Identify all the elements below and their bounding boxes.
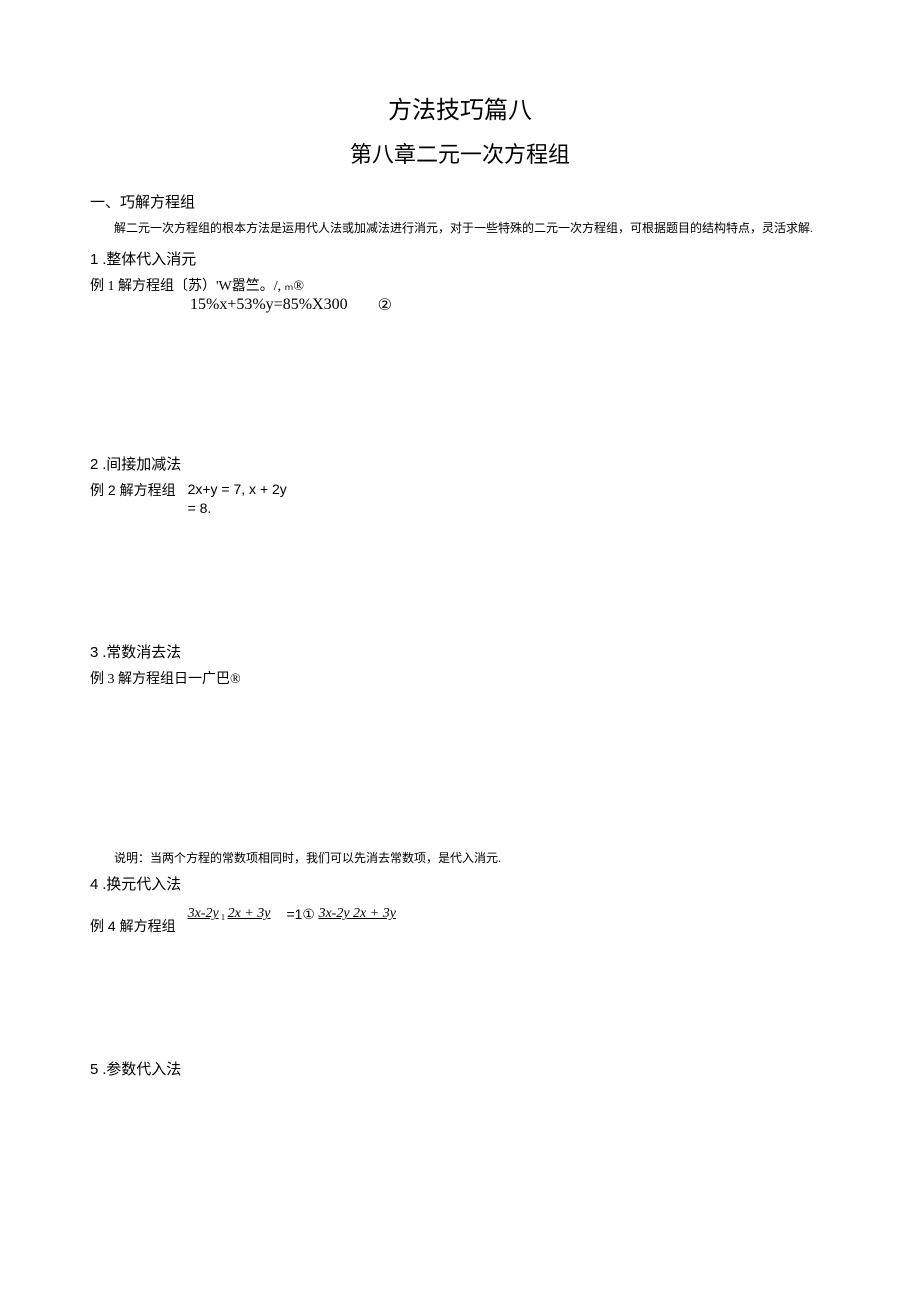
num-4: 4 bbox=[90, 876, 98, 893]
example-3-label: 例 3 解方程组日一广巴® bbox=[90, 668, 830, 688]
section-intro: 解二元一次方程组的根本方法是运用代人法或加减法进行消元，对于一些特殊的二元一次方… bbox=[90, 218, 830, 240]
spacer bbox=[90, 315, 830, 445]
label-4: .换元代入法 bbox=[103, 877, 182, 893]
label-5: .参数代入法 bbox=[103, 1062, 182, 1078]
example-4-label: 例 4 解方程组 bbox=[90, 900, 188, 936]
method-4-heading: 4 .换元代入法 bbox=[90, 873, 830, 894]
item3-note: 说明：当两个方程的常数项相同时，我们可以先消去常数项，是代入消元. bbox=[90, 848, 830, 870]
frac-2: 3x-2y 2x + 3y bbox=[318, 906, 395, 922]
spacer bbox=[90, 688, 830, 848]
label-1: .整体代入消元 bbox=[103, 252, 197, 268]
main-title: 方法技巧篇八 bbox=[90, 90, 830, 125]
chapter-title: 第八章二元一次方程组 bbox=[90, 137, 830, 169]
example-1-row: 例 1 解方程组〔苏）'W嚣竺。/, ₘ® 15%x+53%y=85%X300 … bbox=[90, 275, 830, 315]
example-1-label: 例 1 解方程组〔苏）'W嚣竺。/, ₘ® bbox=[90, 275, 830, 295]
num-3: 3 bbox=[90, 644, 98, 661]
num-5: 5 bbox=[90, 1061, 98, 1078]
method-1-heading: 1 .整体代入消元 bbox=[90, 248, 830, 269]
example-4-row: 例 4 解方程组 3x-2y ₁ 2x + 3y =1① 3x-2y 2x + … bbox=[90, 900, 830, 936]
method-3-heading: 3 .常数消去法 bbox=[90, 641, 830, 662]
num-1: 1 bbox=[90, 251, 98, 268]
document-page: 方法技巧篇八 第八章二元一次方程组 一、巧解方程组 解二元一次方程组的根本方法是… bbox=[0, 0, 920, 1125]
frac-1b: 2x + 3y bbox=[228, 906, 271, 922]
equation-2-block: 2x+y = 7, x + 2y = 8. bbox=[188, 480, 298, 519]
example-2-row: 例 2 解方程组 2x+y = 7, x + 2y = 8. bbox=[90, 480, 830, 519]
spacer bbox=[90, 523, 830, 633]
frac-sep: ₁ bbox=[219, 906, 228, 922]
num-2: 2 bbox=[90, 456, 98, 473]
spacer bbox=[90, 940, 830, 1050]
label-2: .间接加减法 bbox=[103, 457, 182, 473]
equation-1-line2: 15%x+53%y=85%X300 ② bbox=[90, 295, 830, 315]
eq-4-frac-row2: 3x-2y 2x + 3y bbox=[318, 906, 395, 922]
frac-1a: 3x-2y bbox=[188, 906, 219, 922]
label-3: .常数消去法 bbox=[103, 645, 182, 661]
eq-4-frac-row: 3x-2y ₁ 2x + 3y =1① bbox=[188, 906, 315, 923]
eq-1-2: 15%x+53%y=85%X300 bbox=[190, 296, 348, 314]
equation-4-block: 3x-2y ₁ 2x + 3y =1① 3x-2y 2x + 3y bbox=[188, 900, 396, 923]
section-heading-1: 一、巧解方程组 bbox=[90, 191, 830, 212]
eq-mark-1-2: ② bbox=[348, 295, 392, 315]
example-2-label: 例 2 解方程组 bbox=[90, 480, 188, 500]
eq-4-rhs: =1① bbox=[270, 906, 315, 923]
method-2-heading: 2 .间接加减法 bbox=[90, 453, 830, 474]
method-5-heading: 5 .参数代入法 bbox=[90, 1058, 830, 1079]
